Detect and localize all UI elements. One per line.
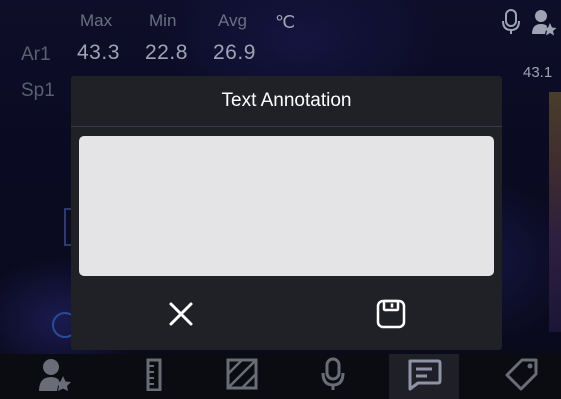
bottom-toolbar xyxy=(0,354,561,399)
scale-max-value: 43.1 xyxy=(523,64,553,81)
tool-tag[interactable] xyxy=(487,354,557,399)
ar1-min-value: 22.8 xyxy=(145,41,188,64)
cancel-button[interactable] xyxy=(151,294,211,338)
area-hatch-icon xyxy=(225,357,259,396)
ar1-max-value: 43.3 xyxy=(77,41,120,64)
user-star-icon xyxy=(38,357,72,396)
microphone-icon[interactable] xyxy=(500,8,522,41)
tool-area[interactable] xyxy=(207,354,277,399)
text-annotation-dialog: Text Annotation xyxy=(71,76,502,350)
save-button[interactable] xyxy=(361,294,421,338)
tool-user[interactable] xyxy=(20,354,90,399)
dialog-title: Text Annotation xyxy=(221,90,352,111)
tool-text-annotation[interactable] xyxy=(389,354,459,399)
tool-voice[interactable] xyxy=(298,354,368,399)
ar1-avg-value: 26.9 xyxy=(213,41,256,64)
region-label-ar1: Ar1 xyxy=(21,44,51,65)
close-icon xyxy=(168,301,194,332)
header-avg: Avg xyxy=(218,11,247,30)
header-max: Max xyxy=(80,11,113,30)
thermometer-icon xyxy=(145,357,165,396)
color-scale-bar xyxy=(549,92,561,332)
temperature-unit: ℃ xyxy=(275,12,296,32)
comment-icon xyxy=(406,357,442,396)
annotation-text-input[interactable] xyxy=(79,136,494,276)
region-label-sp1: Sp1 xyxy=(21,80,55,101)
tool-temperature[interactable] xyxy=(120,354,190,399)
save-icon xyxy=(375,298,407,335)
microphone-icon xyxy=(320,357,346,396)
dialog-divider xyxy=(71,126,502,127)
user-star-icon[interactable] xyxy=(531,8,557,41)
header-min: Min xyxy=(149,11,177,30)
tag-icon xyxy=(504,357,540,396)
